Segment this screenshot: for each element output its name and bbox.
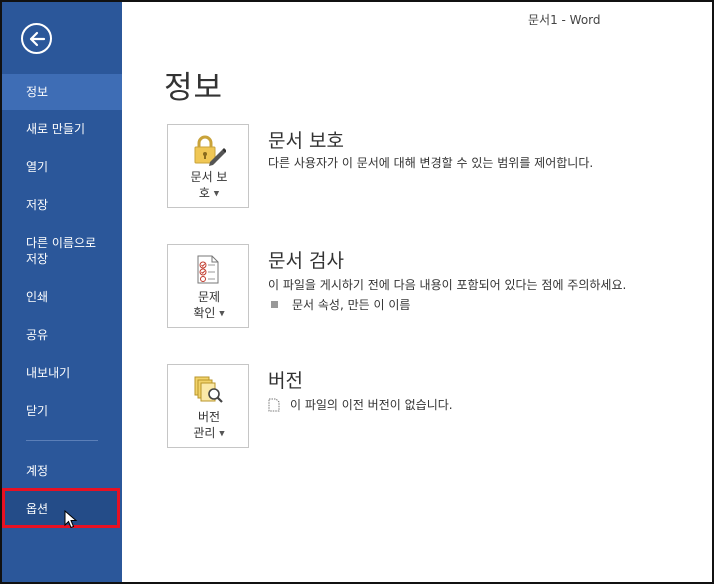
sidebar-item-label: 열기	[26, 160, 49, 174]
sidebar-item-label-line1: 다른 이름으로	[26, 236, 97, 250]
back-button[interactable]	[21, 23, 52, 54]
page-title: 정보	[164, 70, 224, 106]
sidebar-item-save[interactable]: 저장	[2, 197, 122, 213]
sidebar-item-label: 인쇄	[26, 290, 49, 304]
sidebar-item-label: 닫기	[26, 404, 49, 418]
inspect-list-item: 문서 속성, 만든 이 이름	[268, 296, 410, 313]
button-label-line1: 문제	[197, 290, 221, 304]
button-label-line2: 관리 ▼	[168, 425, 250, 442]
sidebar-item-share[interactable]: 공유	[2, 327, 122, 343]
mouse-cursor-icon	[64, 510, 78, 529]
sidebar-item-save-as[interactable]: 다른 이름으로 저장	[2, 235, 122, 267]
manage-versions-icon	[194, 376, 223, 403]
list-item-text: 문서 속성, 만든 이 이름	[292, 298, 411, 312]
sidebar-item-print[interactable]: 인쇄	[2, 289, 122, 305]
button-label-text: 확인	[193, 306, 216, 320]
arrow-left-icon	[29, 31, 45, 46]
sidebar-item-new[interactable]: 새로 만들기	[2, 121, 122, 137]
manage-versions-button[interactable]: 버전 관리 ▼	[167, 364, 249, 448]
section-heading-versions: 버전	[268, 370, 303, 392]
button-label-line1: 버전	[197, 410, 221, 424]
list-item-text: 이 파일의 이전 버전이 없습니다.	[290, 398, 453, 412]
sidebar-item-account[interactable]: 계정	[2, 463, 122, 479]
sidebar-divider	[26, 440, 98, 441]
check-for-issues-button[interactable]: 문제 확인 ▼	[167, 244, 249, 328]
dropdown-caret-icon: ▼	[213, 189, 220, 198]
section-description-inspect: 이 파일을 게시하기 전에 다음 내용이 포함되어 있다는 점에 주의하세요.	[268, 278, 627, 292]
button-label-text: 호	[198, 186, 210, 200]
button-label-line1: 문서 보	[190, 170, 228, 184]
sidebar-item-open[interactable]: 열기	[2, 159, 122, 175]
inspect-document-icon	[197, 255, 219, 284]
sidebar-item-label: 저장	[26, 198, 49, 212]
document-icon	[268, 398, 280, 411]
word-backstage-window: 정보 새로 만들기 열기 저장 다른 이름으로 저장 인쇄 공유 내보내기 닫기…	[0, 0, 714, 584]
window-title: 문서1 - Word	[528, 13, 601, 27]
sidebar-item-label: 내보내기	[26, 366, 71, 380]
sidebar-item-close[interactable]: 닫기	[2, 403, 122, 419]
button-label-line2: 호 ▼	[168, 185, 250, 202]
backstage-sidebar: 정보 새로 만들기 열기 저장 다른 이름으로 저장 인쇄 공유 내보내기 닫기…	[2, 2, 122, 582]
section-heading-inspect: 문서 검사	[268, 250, 344, 272]
sidebar-item-info[interactable]: 정보	[2, 74, 122, 110]
button-label-text: 관리	[193, 426, 216, 440]
sidebar-item-export[interactable]: 내보내기	[2, 365, 122, 381]
dropdown-caret-icon: ▼	[219, 429, 225, 438]
dropdown-caret-icon: ▼	[219, 309, 225, 318]
sidebar-item-options[interactable]: 옵션	[2, 501, 122, 517]
section-description-protect: 다른 사용자가 이 문서에 대해 변경할 수 있는 범위를 제어합니다.	[268, 156, 594, 170]
bullet-icon	[271, 301, 278, 308]
sidebar-item-label: 공유	[26, 328, 49, 342]
lock-pen-icon	[194, 135, 226, 166]
sidebar-item-label: 옵션	[26, 502, 49, 516]
protect-document-button[interactable]: 문서 보 호 ▼	[167, 124, 249, 208]
sidebar-item-label-line2: 저장	[26, 252, 49, 266]
sidebar-item-label: 새로 만들기	[26, 122, 86, 136]
sidebar-item-label: 정보	[26, 85, 49, 99]
button-label-line2: 확인 ▼	[168, 305, 250, 322]
versions-list-item: 이 파일의 이전 버전이 없습니다.	[268, 396, 453, 413]
sidebar-item-label: 계정	[26, 464, 49, 478]
section-heading-protect: 문서 보호	[268, 130, 344, 152]
